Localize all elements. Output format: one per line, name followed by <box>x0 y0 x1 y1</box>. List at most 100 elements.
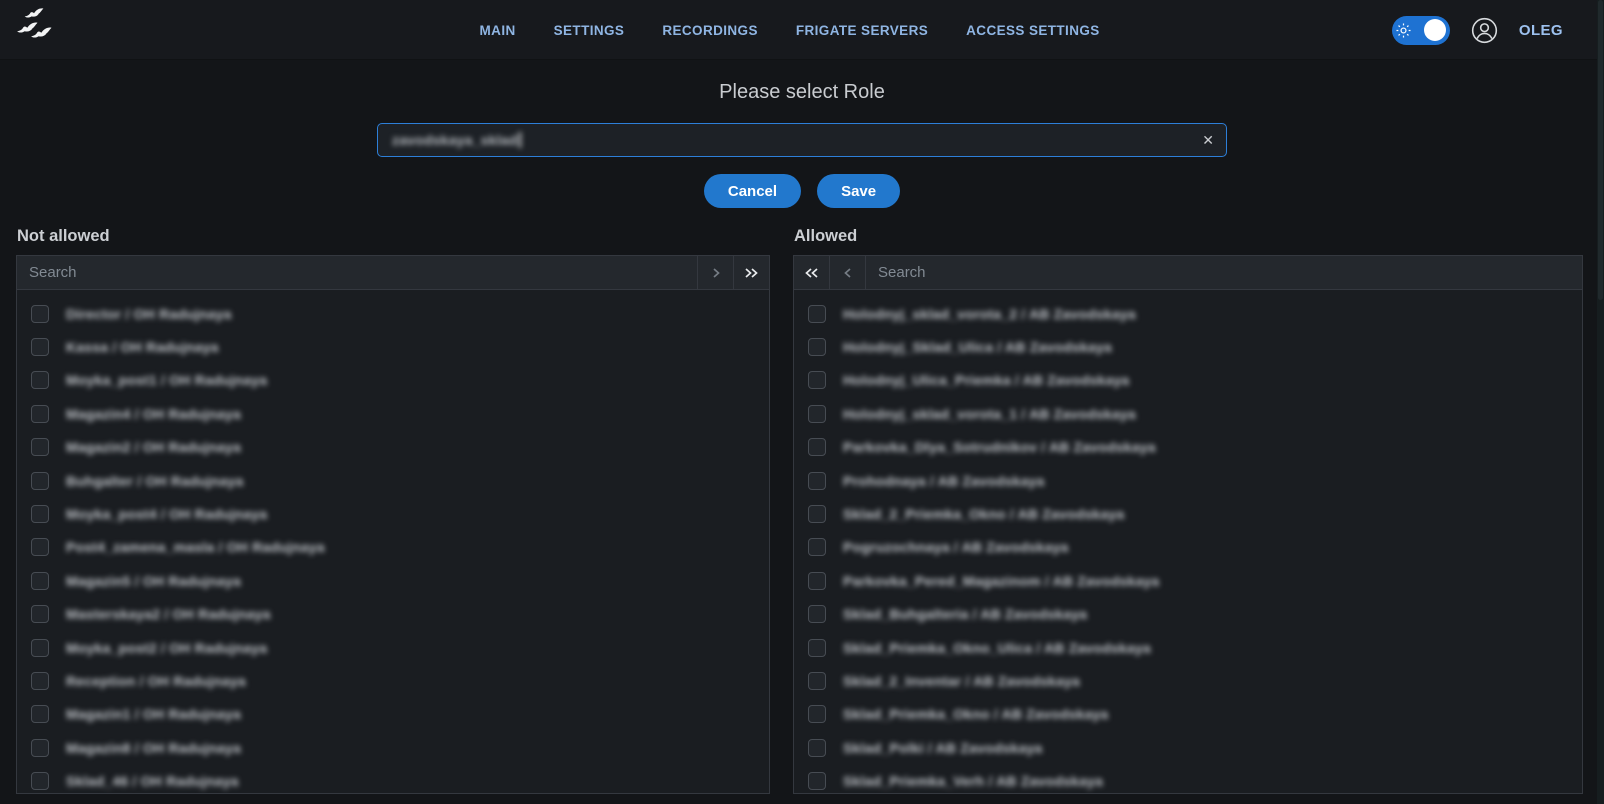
list-item[interactable]: Sklad_Priemka_Verh / AB Zavodskaya <box>808 764 1582 793</box>
list-item[interactable]: Moyka_post2 / OH Radujnaya <box>31 631 769 664</box>
item-checkbox[interactable] <box>31 472 49 490</box>
list-item[interactable]: Prohodnaya / AB Zavodskaya <box>808 464 1582 497</box>
nav-item-access-settings[interactable]: ACCESS SETTINGS <box>966 23 1100 38</box>
list-item[interactable]: Sklad_Polki / AB Zavodskaya <box>808 731 1582 764</box>
list-item[interactable]: Moyka_post1 / OH Radujnaya <box>31 364 769 397</box>
item-checkbox[interactable] <box>808 338 826 356</box>
item-label: Sklad_Polki / AB Zavodskaya <box>843 740 1042 756</box>
double-chevron-right-icon <box>743 266 760 280</box>
save-button[interactable]: Save <box>817 174 900 208</box>
cancel-button[interactable]: Cancel <box>704 174 801 208</box>
page-scrollbar[interactable] <box>1597 0 1604 804</box>
item-checkbox[interactable] <box>808 505 826 523</box>
list-item[interactable]: Parkovka_Pered_Magazinom / AB Zavodskaya <box>808 564 1582 597</box>
chevron-left-icon <box>841 266 855 280</box>
list-item[interactable]: Magazin8 / OH Radujnaya <box>31 731 769 764</box>
item-checkbox[interactable] <box>808 772 826 790</box>
user-avatar-icon[interactable] <box>1471 17 1498 44</box>
item-checkbox[interactable] <box>808 538 826 556</box>
page-scrollbar-thumb[interactable] <box>1598 0 1603 300</box>
sun-icon <box>1396 23 1411 38</box>
move-all-right-button[interactable] <box>733 256 769 289</box>
item-checkbox[interactable] <box>31 338 49 356</box>
item-label: Parkovka_Dlya_Sotrudnikov / AB Zavodskay… <box>843 439 1156 455</box>
list-item[interactable]: Masterskaya2 / OH Radujnaya <box>31 598 769 631</box>
list-item[interactable]: Moyka_post4 / OH Radujnaya <box>31 497 769 530</box>
list-item[interactable]: Sklad_Buhgalteria / AB Zavodskaya <box>808 598 1582 631</box>
nav-item-main[interactable]: MAIN <box>480 23 516 38</box>
item-label: Parkovka_Pered_Magazinom / AB Zavodskaya <box>843 573 1159 589</box>
item-label: Director / OH Radujnaya <box>66 306 232 322</box>
move-selected-left-button[interactable] <box>830 256 866 289</box>
item-checkbox[interactable] <box>808 305 826 323</box>
item-label: Magazin1 / OH Radujnaya <box>66 706 241 722</box>
list-item[interactable]: Buhgalter / OH Radujnaya <box>31 464 769 497</box>
item-checkbox[interactable] <box>31 639 49 657</box>
item-checkbox[interactable] <box>808 672 826 690</box>
item-label: Sklad_46 / OH Radujnaya <box>66 773 239 789</box>
not-allowed-search-input[interactable] <box>17 256 697 289</box>
item-checkbox[interactable] <box>808 371 826 389</box>
item-checkbox[interactable] <box>31 739 49 757</box>
item-checkbox[interactable] <box>31 505 49 523</box>
list-item[interactable]: Magazin5 / OH Radujnaya <box>31 564 769 597</box>
item-checkbox[interactable] <box>808 572 826 590</box>
item-label: Reception / OH Radujnaya <box>66 673 246 689</box>
move-all-left-button[interactable] <box>794 256 830 289</box>
list-item[interactable]: Sklad_2_Inventar / AB Zavodskaya <box>808 664 1582 697</box>
nav-item-settings[interactable]: SETTINGS <box>554 23 625 38</box>
item-checkbox[interactable] <box>31 572 49 590</box>
list-item[interactable]: Sklad_Priemka_Okno / AB Zavodskaya <box>808 698 1582 731</box>
toggle-knob[interactable] <box>1424 19 1446 41</box>
item-checkbox[interactable] <box>808 605 826 623</box>
nav-item-recordings[interactable]: RECORDINGS <box>662 23 758 38</box>
item-label: Pogruzochnaya / AB Zavodskaya <box>843 539 1068 555</box>
list-item[interactable]: Pogruzochnaya / AB Zavodskaya <box>808 531 1582 564</box>
clear-input-icon[interactable]: ✕ <box>1202 124 1214 156</box>
item-checkbox[interactable] <box>31 371 49 389</box>
list-item[interactable]: Director / OH Radujnaya <box>31 297 769 330</box>
nav-item-frigate-servers[interactable]: FRIGATE SERVERS <box>796 23 928 38</box>
item-checkbox[interactable] <box>31 705 49 723</box>
item-checkbox[interactable] <box>808 705 826 723</box>
item-checkbox[interactable] <box>31 605 49 623</box>
item-label: Sklad_Priemka_Okno / AB Zavodskaya <box>843 706 1108 722</box>
item-checkbox[interactable] <box>808 405 826 423</box>
username[interactable]: OLEG <box>1519 22 1563 39</box>
item-checkbox[interactable] <box>808 438 826 456</box>
list-item[interactable]: Holodnyj_sklad_vorota_1 / AB Zavodskaya <box>808 397 1582 430</box>
theme-toggle[interactable] <box>1392 16 1450 45</box>
item-checkbox[interactable] <box>31 405 49 423</box>
item-label: Sklad_Priemka_Verh / AB Zavodskaya <box>843 773 1103 789</box>
list-item[interactable]: Reception / OH Radujnaya <box>31 664 769 697</box>
list-item[interactable]: Sklad_2_Priemka_Okno / AB Zavodskaya <box>808 497 1582 530</box>
item-checkbox[interactable] <box>31 672 49 690</box>
list-item[interactable]: Magazin2 / OH Radujnaya <box>31 431 769 464</box>
item-checkbox[interactable] <box>31 772 49 790</box>
list-item[interactable]: Sklad_Priemka_Okno_Ulica / AB Zavodskaya <box>808 631 1582 664</box>
list-item[interactable]: Magazin4 / OH Radujnaya <box>31 397 769 430</box>
frigate-birds-logo[interactable] <box>14 7 58 53</box>
list-item[interactable]: Holodnyj_Sklad_Ulica / AB Zavodskaya <box>808 330 1582 363</box>
list-item[interactable]: Post4_zamena_masla / OH Radujnaya <box>31 531 769 564</box>
not-allowed-panel: Director / OH Radujnaya Kassa / OH Raduj… <box>16 255 770 794</box>
move-selected-right-button[interactable] <box>697 256 733 289</box>
item-checkbox[interactable] <box>31 438 49 456</box>
list-item[interactable]: Kassa / OH Radujnaya <box>31 330 769 363</box>
list-item[interactable]: Magazin1 / OH Radujnaya <box>31 698 769 731</box>
item-label: Kassa / OH Radujnaya <box>66 339 219 355</box>
item-checkbox[interactable] <box>31 538 49 556</box>
list-item[interactable]: Sklad_46 / OH Radujnaya <box>31 764 769 793</box>
item-checkbox[interactable] <box>808 739 826 757</box>
list-item[interactable]: Holodnyj_Ulica_Priemka / AB Zavodskaya <box>808 364 1582 397</box>
item-checkbox[interactable] <box>808 639 826 657</box>
list-item[interactable]: Holodnyj_sklad_vorota_2 / AB Zavodskaya <box>808 297 1582 330</box>
form-buttons: Cancel Save <box>0 174 1604 208</box>
item-checkbox[interactable] <box>808 472 826 490</box>
role-name-input[interactable]: zavodskaya_sklad ✕ <box>377 123 1227 157</box>
item-checkbox[interactable] <box>31 305 49 323</box>
role-name-value: zavodskaya_sklad <box>392 132 521 148</box>
list-item[interactable]: Parkovka_Dlya_Sotrudnikov / AB Zavodskay… <box>808 431 1582 464</box>
allowed-search-input[interactable] <box>866 256 1582 289</box>
not-allowed-title: Not allowed <box>17 227 770 246</box>
